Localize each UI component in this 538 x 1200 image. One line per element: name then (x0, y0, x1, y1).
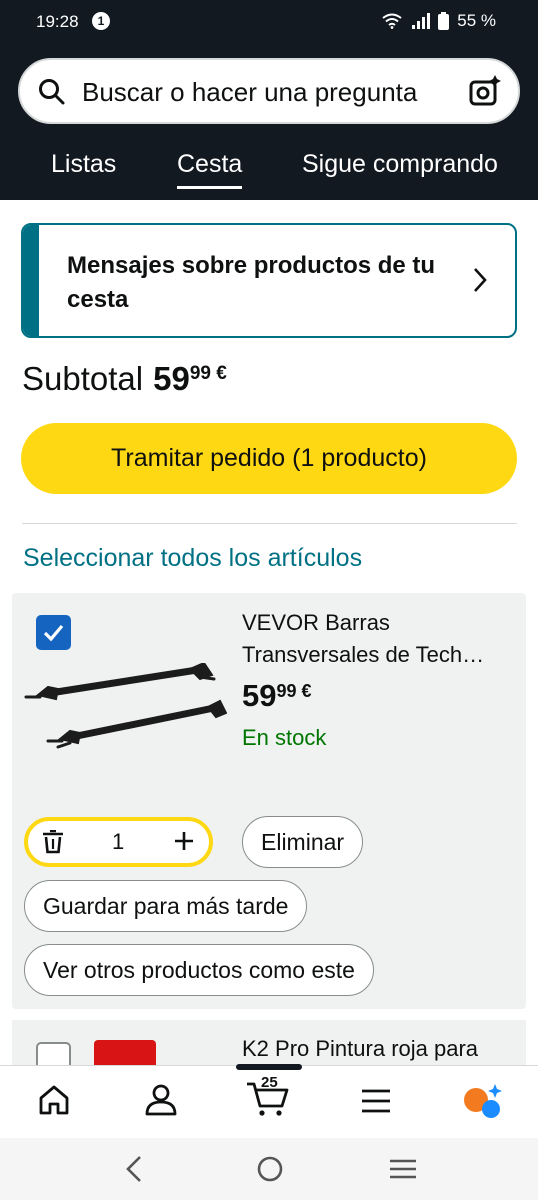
subtotal-price-cents: 99 € (189, 363, 227, 384)
tab-cart[interactable]: Cesta (177, 150, 243, 189)
trash-icon[interactable] (42, 830, 64, 854)
nav-home[interactable] (37, 1084, 71, 1121)
wifi-icon (382, 13, 402, 29)
nav-cart[interactable]: 25 (246, 1074, 290, 1123)
tab-continue-shopping[interactable]: Sigue comprando (302, 150, 498, 179)
product-title-next[interactable]: K2 Pro Pintura roja para (242, 1036, 478, 1062)
back-icon[interactable] (124, 1155, 144, 1183)
battery-level: 55 % (457, 11, 496, 30)
checkbox-icon[interactable] (36, 615, 71, 650)
delete-button[interactable]: Eliminar (242, 816, 364, 868)
alert-text: Mensajes sobre productos de tu cesta (67, 252, 436, 313)
cart-item-next: K2 Pro Pintura roja para (12, 1020, 526, 1070)
nav-active-indicator (236, 1064, 302, 1070)
stock-status: En stock (242, 725, 327, 750)
subtotal-price-main: 59 (153, 360, 190, 397)
cart-item: VEVOR Barras Transversales de Tech… 59 9… (12, 593, 526, 1009)
recents-icon[interactable] (388, 1158, 418, 1180)
product-price-cents: 99 € (276, 681, 312, 701)
menu-icon (362, 1089, 390, 1113)
bottom-nav: 25 (0, 1064, 538, 1138)
subtotal: Subtotal 59 99 € (22, 360, 227, 398)
user-icon (145, 1084, 177, 1116)
save-for-later-button[interactable]: Guardar para más tarde (24, 880, 308, 932)
header: Buscar o hacer una pregunta Listas Cesta… (0, 44, 538, 200)
quantity-stepper: 1 (24, 817, 213, 867)
select-all-link[interactable]: Seleccionar todos los artículos (23, 544, 362, 573)
signal-icon (412, 13, 431, 29)
product-title-line-1: VEVOR Barras (242, 610, 390, 635)
product-title-line-2: Transversales de Tech… (242, 642, 485, 667)
battery-icon (438, 12, 450, 30)
cart-messages-banner[interactable]: Mensajes sobre productos de tu cesta (21, 223, 517, 338)
notification-badge: 1 (92, 12, 110, 30)
plus-icon[interactable] (174, 829, 194, 855)
nav-menu[interactable] (360, 1088, 392, 1119)
divider (22, 523, 517, 524)
system-nav (0, 1138, 538, 1200)
product-title[interactable]: VEVOR Barras Transversales de Tech… (242, 607, 512, 671)
product-image[interactable] (22, 663, 227, 753)
search-input[interactable]: Buscar o hacer una pregunta (18, 58, 520, 124)
assistant-icon (464, 1084, 502, 1118)
product-price-main: 59 (242, 678, 277, 713)
tab-lists[interactable]: Listas (51, 150, 116, 179)
nav-assistant[interactable] (462, 1082, 504, 1125)
alert-stripe (23, 225, 39, 336)
product-price: 59 99 € (242, 678, 312, 714)
search-placeholder: Buscar o hacer una pregunta (82, 77, 418, 107)
see-similar-button[interactable]: Ver otros productos como este (24, 944, 374, 996)
subtotal-label: Subtotal (22, 360, 144, 397)
home-icon (39, 1085, 69, 1115)
status-bar: 19:28 1 55 % (0, 0, 538, 44)
checkout-button[interactable]: Tramitar pedido (1 producto) (21, 423, 517, 494)
chevron-right-icon (474, 268, 487, 292)
search-icon (39, 79, 65, 105)
nav-account[interactable] (144, 1084, 178, 1121)
lens-icon[interactable] (468, 74, 502, 108)
status-indicators: 55 % (382, 11, 496, 31)
quantity-value: 1 (112, 829, 125, 854)
cart-count: 25 (261, 1074, 278, 1091)
home-circle-icon[interactable] (256, 1155, 284, 1183)
status-time: 19:28 (36, 12, 79, 31)
